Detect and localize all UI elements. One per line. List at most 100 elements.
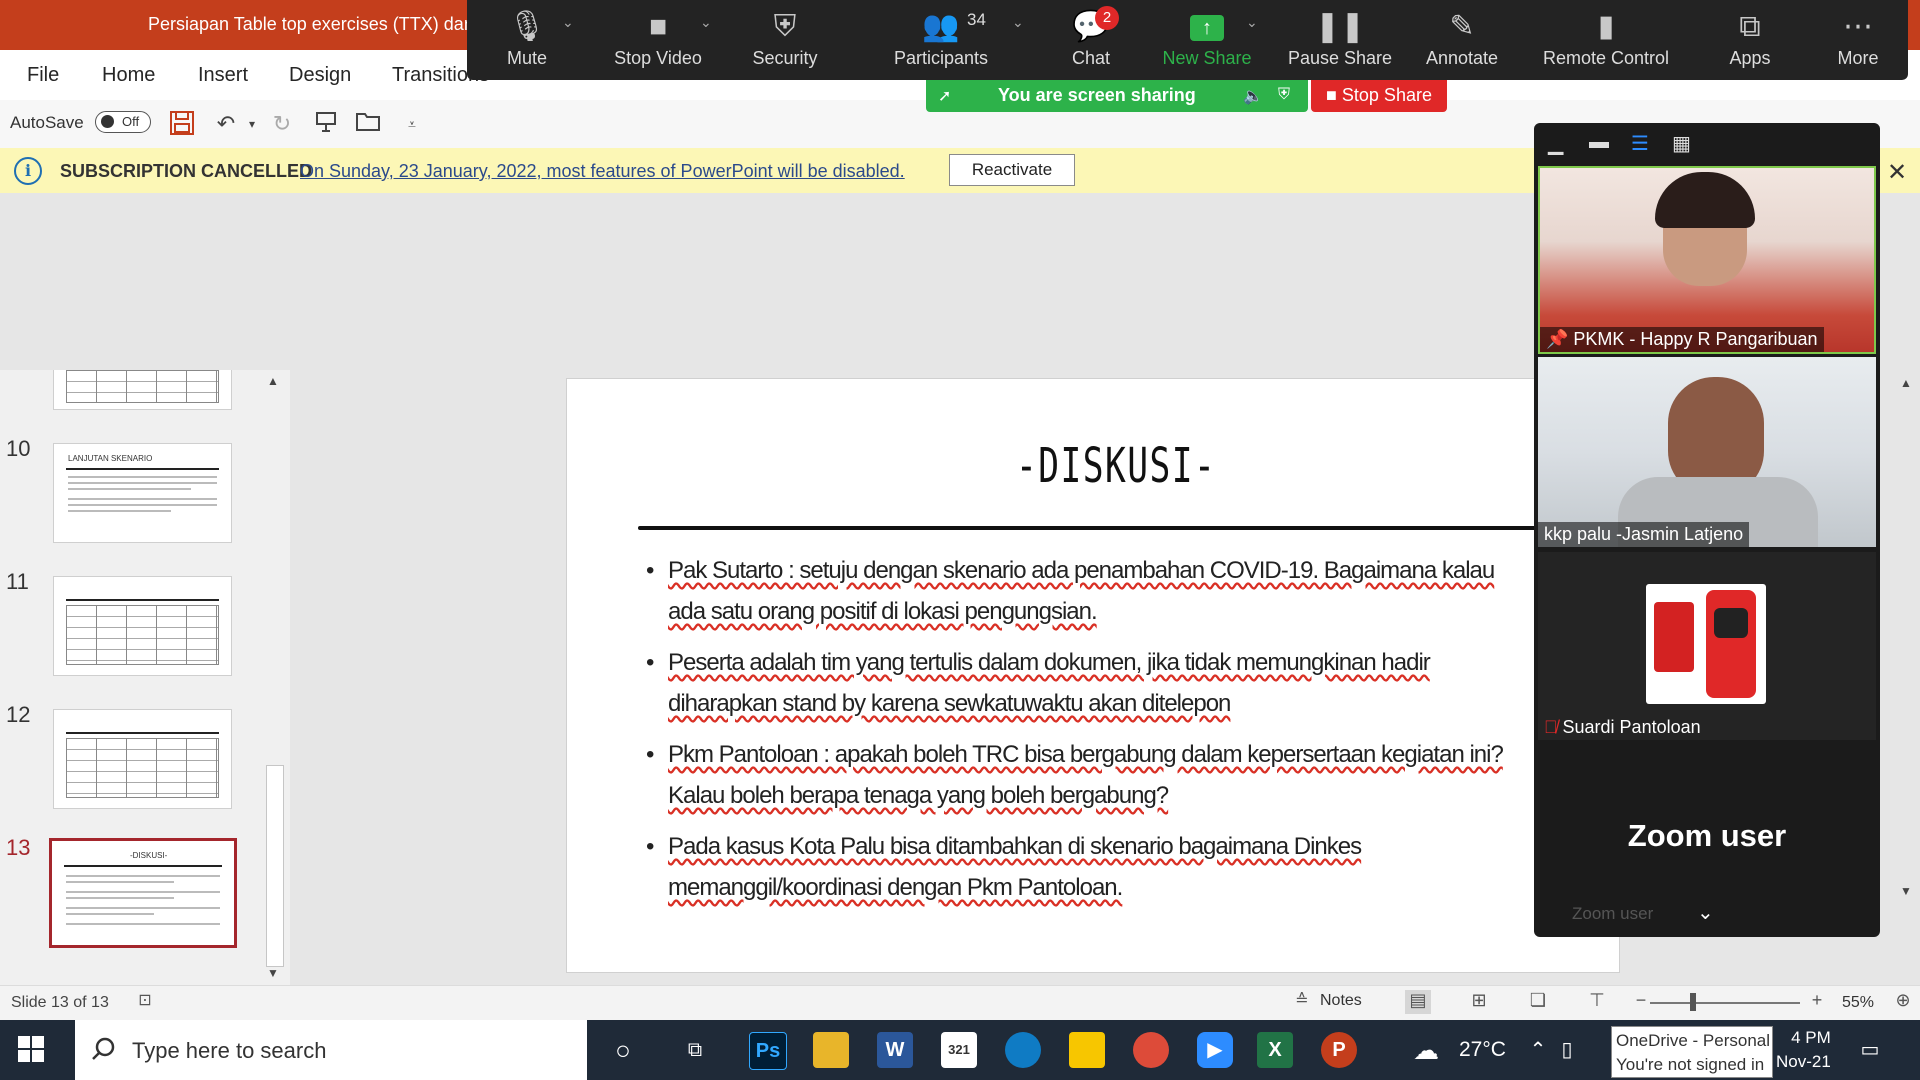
participant-video-tile[interactable]: 🎙̸ Suardi Pantoloan bbox=[1538, 552, 1876, 740]
slide-bullet[interactable]: • Peserta adalah tim yang tertulis dalam … bbox=[646, 642, 1526, 724]
photoshop-icon[interactable]: Ps bbox=[749, 1032, 787, 1070]
undo-dropdown-icon[interactable]: ▾ bbox=[238, 110, 266, 138]
remote-control-button[interactable]: ▮ Remote Control bbox=[1531, 6, 1681, 69]
notes-button[interactable]: Notes bbox=[1320, 992, 1362, 1010]
chat-badge: 2 bbox=[1095, 6, 1119, 30]
slide-bullet-text: Pkm Pantoloan : apakah boleh TRC bisa be… bbox=[668, 741, 1504, 809]
zoom-in-icon[interactable]: + bbox=[1804, 990, 1830, 1014]
subscription-message-link[interactable]: On Sunday, 23 January, 2022, most featur… bbox=[300, 161, 905, 182]
apps-icon: ⧉ bbox=[1739, 10, 1761, 43]
sticky-notes-icon[interactable] bbox=[1069, 1032, 1105, 1068]
fit-to-window-icon[interactable]: ⊕ bbox=[1890, 990, 1916, 1014]
reading-view-icon[interactable]: ❏ bbox=[1525, 990, 1551, 1014]
autosave-toggle[interactable]: Off bbox=[95, 111, 151, 133]
filmstrip-view-icon[interactable]: ☰ bbox=[1631, 131, 1649, 156]
slide-bullet[interactable]: • Pada kasus Kota Palu bisa ditambahkan d… bbox=[646, 826, 1526, 908]
slide-bullet[interactable]: • Pkm Pantoloan : apakah boleh TRC bisa b… bbox=[646, 734, 1526, 816]
weather-icon[interactable]: ☁ bbox=[1408, 1032, 1444, 1068]
edge-icon[interactable] bbox=[1005, 1032, 1041, 1068]
scroll-up-icon[interactable]: ▲ bbox=[1900, 376, 1912, 390]
minimize-icon[interactable]: ▁ bbox=[1548, 131, 1563, 156]
more-button[interactable]: ⋯ More bbox=[1798, 6, 1918, 69]
windows-start-icon[interactable] bbox=[18, 1036, 46, 1064]
chevron-up-icon[interactable]: ⌃ bbox=[1520, 1032, 1556, 1068]
accessibility-icon[interactable]: ⊡ bbox=[132, 990, 158, 1014]
chevron-down-icon[interactable]: ⌄ bbox=[700, 14, 712, 31]
normal-view-icon[interactable]: ▤ bbox=[1405, 990, 1431, 1014]
participant-name-text: PKMK - Happy R Pangaribuan bbox=[1573, 329, 1818, 349]
slide-title[interactable]: -DISKUSI- bbox=[1016, 438, 1216, 494]
zoom-app-icon[interactable]: ▶ bbox=[1197, 1032, 1233, 1068]
slide-thumbnail-10[interactable]: LANJUTAN SKENARIO bbox=[53, 443, 232, 543]
close-icon[interactable]: ✕ bbox=[1887, 158, 1907, 187]
chat-button[interactable]: 💬 Chat bbox=[1031, 6, 1151, 69]
device-icon[interactable]: ▯ bbox=[1556, 1032, 1578, 1068]
slide-thumbnail-11[interactable] bbox=[53, 576, 232, 676]
slideshow-icon[interactable]: ⊤ bbox=[1584, 990, 1610, 1014]
temperature[interactable]: 27°C bbox=[1459, 1038, 1506, 1062]
scroll-down-icon[interactable]: ▼ bbox=[1900, 884, 1912, 898]
editor-scrollbar[interactable] bbox=[1892, 370, 1920, 950]
slide-bullet-text: Pak Sutarto : setuju dengan skenario ada… bbox=[668, 557, 1495, 625]
pause-share-button[interactable]: ❚❚ Pause Share bbox=[1280, 6, 1400, 69]
chevron-down-icon[interactable]: ⌄ bbox=[1246, 14, 1258, 31]
security-button[interactable]: ⛨ Security bbox=[725, 6, 845, 69]
undo-icon[interactable]: ↶ bbox=[212, 110, 240, 138]
cortana-icon[interactable]: ○ bbox=[605, 1032, 641, 1068]
excel-icon[interactable]: X bbox=[1257, 1032, 1293, 1068]
chevron-down-icon[interactable]: ⌄ bbox=[1012, 14, 1024, 31]
shield-icon: ⛨ bbox=[773, 10, 797, 43]
new-share-label: New Share bbox=[1162, 48, 1252, 68]
notification-icon[interactable]: ▭ bbox=[1852, 1032, 1888, 1068]
slide-sorter-icon[interactable]: ⊞ bbox=[1466, 990, 1492, 1014]
zoom-slider[interactable] bbox=[1650, 1002, 1800, 1004]
powerpoint-icon[interactable]: P bbox=[1321, 1032, 1357, 1068]
participant-video-tile[interactable]: kkp palu -Jasmin Latjeno bbox=[1538, 357, 1876, 547]
tab-design[interactable]: Design bbox=[289, 64, 351, 87]
chevron-down-icon[interactable]: ⌄ bbox=[1697, 900, 1714, 925]
zoom-user-label[interactable]: Zoom user bbox=[1534, 818, 1880, 854]
customize-qat-icon[interactable]: ⩡ bbox=[398, 110, 426, 138]
stop-share-label: Stop Share bbox=[1341, 85, 1432, 105]
thumbnail-scrollbar[interactable] bbox=[262, 370, 286, 985]
chrome-icon[interactable] bbox=[1133, 1032, 1169, 1068]
stop-share-button[interactable]: ■ Stop Share bbox=[1311, 80, 1447, 112]
present-icon[interactable] bbox=[312, 110, 340, 138]
zoom-level[interactable]: 55% bbox=[1842, 994, 1874, 1012]
zoom-slider-handle[interactable] bbox=[1690, 993, 1696, 1011]
zoom-user-name: Zoom user bbox=[1572, 904, 1654, 923]
tab-file[interactable]: File bbox=[27, 64, 59, 87]
scroll-up-icon[interactable]: ▲ bbox=[267, 374, 279, 388]
tab-insert[interactable]: Insert bbox=[198, 64, 248, 87]
autosave-state: Off bbox=[122, 114, 140, 129]
annotate-button[interactable]: ✎ Annotate bbox=[1402, 6, 1522, 69]
redo-icon[interactable]: ↻ bbox=[268, 110, 296, 138]
calendar-app-icon[interactable]: 321 bbox=[941, 1032, 977, 1068]
speaker-view-icon[interactable]: ▬ bbox=[1589, 131, 1609, 154]
task-view-icon[interactable]: ⧉ bbox=[677, 1032, 713, 1068]
audio-share-icon[interactable]: 🔈 bbox=[1243, 86, 1263, 106]
participant-video-tile[interactable]: 📌 PKMK - Happy R Pangaribuan bbox=[1538, 166, 1876, 354]
onedrive-line2: You're not signed in bbox=[1616, 1055, 1765, 1074]
scroll-down-icon[interactable]: ▼ bbox=[267, 966, 279, 980]
share-status-icon: ➚ bbox=[938, 88, 952, 105]
slide-counter: Slide 13 of 13 bbox=[11, 994, 109, 1011]
participant-name: 📌 PKMK - Happy R Pangaribuan bbox=[1540, 327, 1824, 352]
gallery-view-icon[interactable]: ▦ bbox=[1672, 131, 1691, 156]
slide-bullet[interactable]: • Pak Sutarto : setuju dengan skenario ad… bbox=[646, 550, 1526, 632]
reactivate-button[interactable]: Reactivate bbox=[949, 154, 1075, 186]
tab-home[interactable]: Home bbox=[102, 64, 155, 87]
slide-thumbnail-12[interactable] bbox=[53, 709, 232, 809]
save-icon[interactable] bbox=[168, 110, 196, 138]
stop-video-label: Stop Video bbox=[614, 48, 702, 68]
file-explorer-icon[interactable] bbox=[813, 1032, 849, 1068]
apps-button[interactable]: ⧉ Apps bbox=[1690, 6, 1810, 69]
thumbnail-number: 13 bbox=[6, 835, 31, 860]
slide-thumbnail-13-selected[interactable]: -DISKUSI- bbox=[49, 838, 237, 948]
notes-icon[interactable]: ≙ bbox=[1291, 990, 1313, 1014]
chevron-down-icon[interactable]: ⌄ bbox=[562, 14, 574, 31]
open-folder-icon[interactable] bbox=[354, 110, 382, 138]
word-icon[interactable]: W bbox=[877, 1032, 913, 1068]
slide-thumbnail-9[interactable] bbox=[53, 370, 232, 410]
clock[interactable]: 4 PM Nov-21 bbox=[1776, 1026, 1831, 1074]
